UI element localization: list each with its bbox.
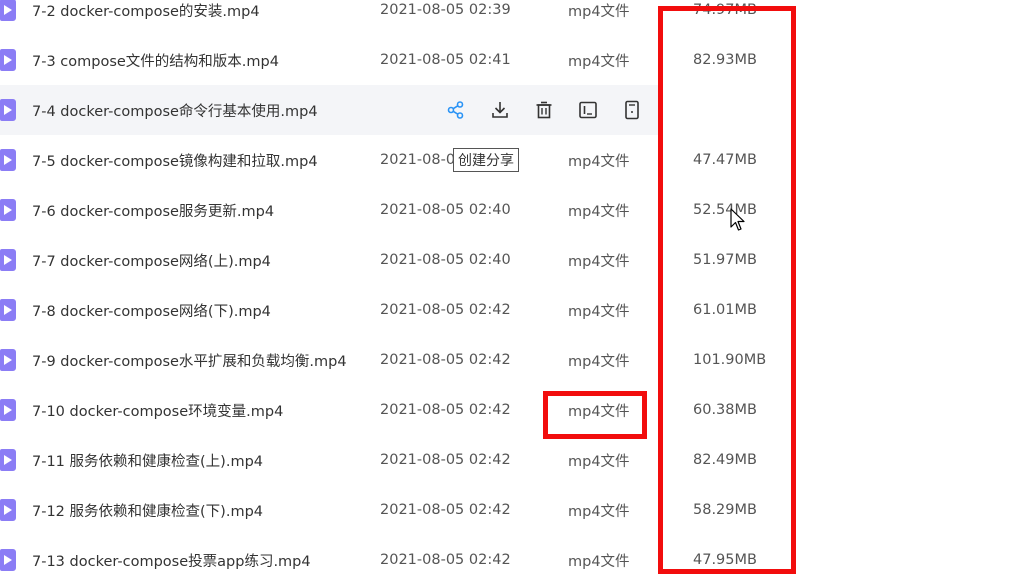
file-date: 2021-08-05 02:41 <box>380 52 511 68</box>
file-date: 2021-08-05 02:42 <box>380 552 511 568</box>
delete-icon[interactable] <box>532 98 556 122</box>
file-date: 2021-08-05 02:40 <box>380 202 511 218</box>
file-row[interactable]: 7-6 docker-compose服务更新.mp4 2021-08-05 02… <box>0 185 1026 235</box>
mouse-cursor-icon <box>730 208 745 231</box>
file-name[interactable]: 7-8 docker-compose网络(下).mp4 <box>32 300 271 321</box>
file-row[interactable]: 7-12 服务依赖和健康检查(下).mp4 2021-08-05 02:42 m… <box>0 485 1026 535</box>
file-date: 2021-08-05 02:39 <box>380 2 511 18</box>
file-name[interactable]: 7-10 docker-compose环境变量.mp4 <box>32 400 283 421</box>
file-type: mp4文件 <box>568 53 630 70</box>
file-date: 2021-08-0 <box>380 152 456 168</box>
video-file-icon <box>0 249 16 271</box>
file-type: mp4文件 <box>568 303 630 320</box>
file-name[interactable]: 7-3 compose文件的结构和版本.mp4 <box>32 50 279 71</box>
details-icon[interactable] <box>620 98 644 122</box>
file-date: 2021-08-05 02:42 <box>380 302 511 318</box>
video-file-icon <box>0 49 16 71</box>
file-date: 2021-08-05 02:42 <box>380 452 511 468</box>
file-date: 2021-08-05 02:42 <box>380 402 511 418</box>
video-file-icon <box>0 399 16 421</box>
file-row[interactable]: 7-8 docker-compose网络(下).mp4 2021-08-05 0… <box>0 285 1026 335</box>
video-file-icon <box>0 449 16 471</box>
file-name[interactable]: 7-13 docker-compose投票app练习.mp4 <box>32 550 311 571</box>
file-row[interactable]: 7-7 docker-compose网络(上).mp4 2021-08-05 0… <box>0 235 1026 285</box>
row-actions <box>444 85 644 135</box>
file-type: mp4文件 <box>568 3 630 20</box>
download-icon[interactable] <box>488 98 512 122</box>
rename-icon[interactable] <box>576 98 600 122</box>
file-name[interactable]: 7-11 服务依赖和健康检查(上).mp4 <box>32 450 263 471</box>
file-row[interactable]: 7-9 docker-compose水平扩展和负载均衡.mp4 2021-08-… <box>0 335 1026 385</box>
file-name[interactable]: 7-2 docker-compose的安装.mp4 <box>32 0 260 21</box>
video-file-icon <box>0 99 16 121</box>
file-name[interactable]: 7-7 docker-compose网络(上).mp4 <box>32 250 271 271</box>
file-type: mp4文件 <box>568 353 630 370</box>
file-type: mp4文件 <box>568 253 630 270</box>
file-row[interactable]: 7-11 服务依赖和健康检查(上).mp4 2021-08-05 02:42 m… <box>0 435 1026 485</box>
file-row[interactable]: 7-10 docker-compose环境变量.mp4 2021-08-05 0… <box>0 385 1026 435</box>
type-cell-highlight <box>543 391 647 439</box>
file-row-hovered[interactable]: 7-4 docker-compose命令行基本使用.mp4 <box>0 85 1026 135</box>
share-icon[interactable] <box>444 98 468 122</box>
file-type: mp4文件 <box>568 553 630 570</box>
video-file-icon <box>0 299 16 321</box>
file-name[interactable]: 7-12 服务依赖和健康检查(下).mp4 <box>32 500 263 521</box>
file-row[interactable]: 7-2 docker-compose的安装.mp4 2021-08-05 02:… <box>0 0 1026 35</box>
video-file-icon <box>0 149 16 171</box>
file-type: mp4文件 <box>568 453 630 470</box>
file-name[interactable]: 7-6 docker-compose服务更新.mp4 <box>32 200 274 221</box>
file-name[interactable]: 7-9 docker-compose水平扩展和负载均衡.mp4 <box>32 350 347 371</box>
file-date: 2021-08-05 02:42 <box>380 352 511 368</box>
file-type: mp4文件 <box>568 153 630 170</box>
size-column-highlight <box>658 6 796 574</box>
file-name[interactable]: 7-4 docker-compose命令行基本使用.mp4 <box>32 100 318 121</box>
file-date: 2021-08-05 02:42 <box>380 502 511 518</box>
video-file-icon <box>0 549 16 571</box>
share-tooltip: 创建分享 <box>453 148 519 172</box>
video-file-icon <box>0 499 16 521</box>
file-type: mp4文件 <box>568 503 630 520</box>
file-name[interactable]: 7-5 docker-compose镜像构建和拉取.mp4 <box>32 150 318 171</box>
file-date: 2021-08-05 02:40 <box>380 252 511 268</box>
file-type: mp4文件 <box>568 203 630 220</box>
file-row[interactable]: 7-3 compose文件的结构和版本.mp4 2021-08-05 02:41… <box>0 35 1026 85</box>
video-file-icon <box>0 349 16 371</box>
video-file-icon <box>0 0 16 21</box>
video-file-icon <box>0 199 16 221</box>
